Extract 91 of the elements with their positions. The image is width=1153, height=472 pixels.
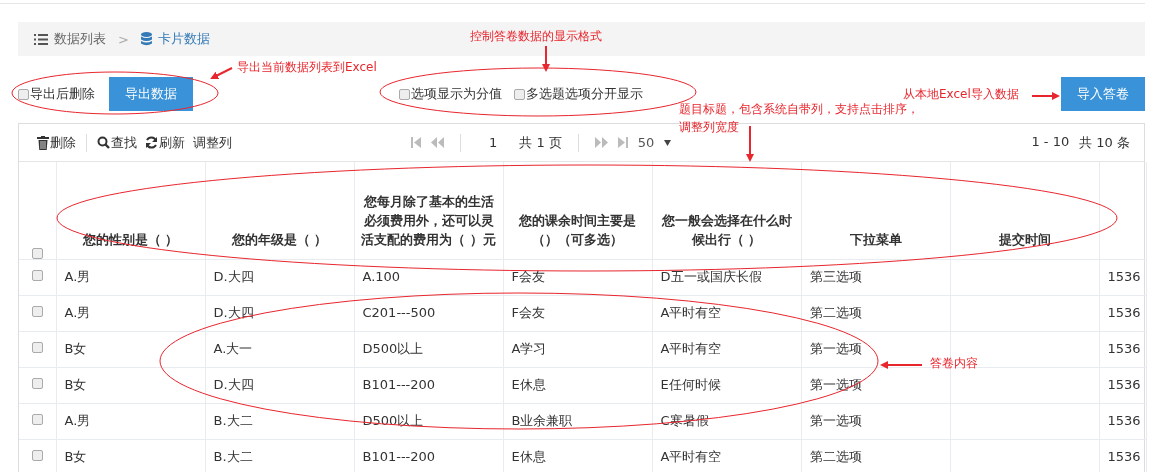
table-cell: 第三选项 <box>809 269 862 284</box>
table-cell: D.大四 <box>213 269 254 284</box>
toolbar-button[interactable]: 删除 <box>33 133 80 152</box>
record-range: 1 - 10 <box>1031 133 1070 151</box>
breadcrumb-link[interactable]: 数据列表 <box>54 30 106 48</box>
annotation-note: 题目标题，包含系统自带列，支持点击排序， <box>679 101 919 118</box>
annotation-arrow <box>1031 92 1060 100</box>
next-page-icon[interactable] <box>594 137 608 148</box>
table-cell: B业余兼职 <box>511 413 573 428</box>
table-cell: B女 <box>64 341 87 356</box>
annotation-arrow <box>880 361 923 369</box>
annotation-arrow <box>542 45 550 72</box>
page-number[interactable]: 1 <box>489 135 498 150</box>
checkbox[interactable] <box>399 88 410 100</box>
row-checkbox[interactable] <box>31 449 43 461</box>
table-cell: 第一选项 <box>809 341 862 356</box>
column-header[interactable]: 提交时间 <box>956 229 1093 249</box>
page-count: 共 1 页 <box>519 133 562 152</box>
table-cell: 第二选项 <box>809 449 862 464</box>
annotation-arrow <box>210 67 233 79</box>
column-header[interactable]: 下拉菜单 <box>807 229 944 249</box>
column-header[interactable]: 您的年级是（ ） <box>211 229 348 249</box>
column-header[interactable]: 您的课余时间主要是（）（可多选） <box>509 210 646 249</box>
row-checkbox[interactable] <box>31 413 43 425</box>
table-cell: A学习 <box>511 341 547 356</box>
table-cell: A平时有空 <box>660 449 722 464</box>
table-cell: E任何时候 <box>660 377 721 392</box>
annotation-note: 调整列宽度 <box>679 119 739 136</box>
table-cell: B101---200 <box>362 377 436 392</box>
table-cell: E休息 <box>511 449 546 464</box>
annotation-note: 控制答卷数据的显示格式 <box>470 28 602 45</box>
list-icon <box>34 33 48 45</box>
breadcrumb-separator: > <box>118 31 129 47</box>
table-cell: F会友 <box>511 305 545 320</box>
table-cell: 1536 <box>1107 449 1141 464</box>
table-cell: F会友 <box>511 269 545 284</box>
table-cell: E休息 <box>511 377 546 392</box>
last-page-icon[interactable] <box>617 137 628 148</box>
table-cell: 第一选项 <box>809 413 862 428</box>
caret-icon <box>664 139 672 146</box>
table-cell: 1536 <box>1107 269 1141 284</box>
select-all-checkbox[interactable] <box>31 247 43 258</box>
table-cell: B101---200 <box>362 449 436 464</box>
toolbar-button[interactable]: 查找 <box>93 133 141 152</box>
table-cell: 第二选项 <box>809 305 862 320</box>
table-cell: A.男 <box>64 269 91 284</box>
row-checkbox[interactable] <box>31 305 43 317</box>
first-page-icon[interactable] <box>411 137 421 148</box>
table-cell: D500以上 <box>362 341 424 356</box>
record-total: 共 10 条 <box>1079 133 1130 152</box>
annotation-note: 从本地Excel导入数据 <box>903 86 1019 103</box>
table-cell: D.大四 <box>213 377 254 392</box>
annotation-note: 答卷内容 <box>930 355 978 372</box>
column-header[interactable]: 您每月除了基本的生活必须费用外，还可以灵活支配的费用为（ ）元 <box>360 191 497 249</box>
row-checkbox[interactable] <box>31 377 43 389</box>
table-cell: A.大一 <box>213 341 253 356</box>
checkbox-label: 导出后删除 <box>30 85 95 103</box>
table-cell: D.大四 <box>213 305 254 320</box>
search-icon <box>97 136 110 149</box>
annotation-note: 导出当前数据列表到Excel <box>237 59 377 76</box>
page-size-select[interactable]: 50 <box>637 135 672 150</box>
table-cell: B.大二 <box>213 449 253 464</box>
breadcrumb-link[interactable]: 卡片数据 <box>157 30 210 48</box>
row-checkbox[interactable] <box>31 341 43 353</box>
table-cell: B女 <box>64 377 87 392</box>
table-cell: 1536 <box>1107 413 1141 428</box>
checkbox[interactable] <box>514 88 525 100</box>
previous-page-icon[interactable] <box>431 137 444 148</box>
checkbox[interactable] <box>18 88 29 100</box>
table-cell: B.大二 <box>213 413 253 428</box>
table-cell: 1536 <box>1107 377 1141 392</box>
table-cell: A.100 <box>362 269 401 284</box>
toolbar-button[interactable]: 刷新 <box>141 133 189 152</box>
column-header[interactable]: 您一般会选择在什么时候出行（ ） <box>658 210 795 249</box>
table-cell: B女 <box>64 449 87 464</box>
table-cell: 1536 <box>1107 341 1141 356</box>
table-cell: A平时有空 <box>660 341 722 356</box>
table-cell: 1536 <box>1107 305 1141 320</box>
table-cell: A.男 <box>64 413 91 428</box>
trash-icon <box>37 135 49 150</box>
table-cell: A平时有空 <box>660 305 722 320</box>
refresh-icon <box>145 136 158 149</box>
annotation-arrow <box>746 125 754 162</box>
row-checkbox[interactable] <box>31 269 43 281</box>
table-cell: D五一或国庆长假 <box>660 269 762 284</box>
checkbox-label: 多选题选项分开显示 <box>526 85 643 103</box>
database-icon <box>140 32 152 46</box>
toolbar-button[interactable]: 调整列 <box>189 133 236 152</box>
table-cell: C201---500 <box>362 305 436 320</box>
checkbox-label: 选项显示为分值 <box>411 85 502 103</box>
table-cell: A.男 <box>64 305 91 320</box>
